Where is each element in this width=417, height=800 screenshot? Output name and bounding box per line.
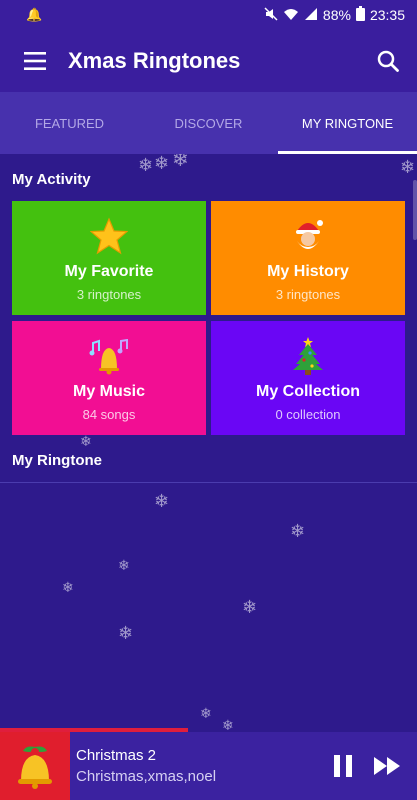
pause-button[interactable] bbox=[321, 744, 365, 788]
tab-featured[interactable]: FEATURED bbox=[0, 92, 139, 154]
signal-icon bbox=[304, 7, 318, 24]
card-my-music[interactable]: My Music 84 songs bbox=[12, 321, 206, 435]
app-bar: Xmas Ringtones bbox=[0, 30, 417, 92]
card-title: My Collection bbox=[255, 382, 360, 400]
snowflake-icon: ❄ bbox=[400, 157, 416, 177]
section-title-my-activity: My Activity bbox=[12, 171, 91, 188]
menu-button[interactable] bbox=[14, 40, 56, 82]
snowflake-icon: ❄ bbox=[242, 597, 258, 617]
santa-icon bbox=[291, 215, 325, 255]
card-subtitle: 84 songs bbox=[82, 406, 136, 422]
track-subtitle: Christmas,xmas,noel bbox=[76, 768, 217, 785]
snowflake-icon: ❄ bbox=[80, 433, 92, 449]
snowflake-icon: ❄ bbox=[118, 557, 130, 573]
wifi-icon bbox=[283, 7, 299, 24]
card-my-collection[interactable]: My Collection 0 collection bbox=[211, 321, 405, 435]
track-info: Christmas 2 Christmas,xmas,noel bbox=[70, 747, 321, 785]
section-title-my-ringtone: My Ringtone bbox=[12, 452, 102, 469]
fast-forward-button[interactable] bbox=[365, 744, 409, 788]
pause-icon bbox=[334, 755, 352, 777]
snowflake-icon: ❄ bbox=[138, 155, 154, 175]
clock: 23:35 bbox=[369, 7, 405, 23]
album-art bbox=[0, 732, 70, 800]
snowflake-icon: ❄ bbox=[154, 153, 170, 173]
battery-icon bbox=[355, 6, 365, 24]
hamburger-menu-icon bbox=[24, 52, 46, 70]
bell-icon bbox=[18, 746, 52, 789]
snowflake-icon: ❄ bbox=[222, 717, 234, 733]
status-bar: 🔔 88% 23:35 bbox=[0, 0, 417, 30]
card-title: My Music bbox=[72, 382, 145, 400]
card-subtitle: 3 ringtones bbox=[275, 286, 341, 302]
tab-my-ringtone[interactable]: MY RINGTONE bbox=[278, 92, 417, 154]
divider bbox=[0, 482, 417, 483]
mute-icon bbox=[264, 6, 278, 24]
fast-forward-icon bbox=[374, 757, 400, 775]
card-title: My Favorite bbox=[64, 262, 154, 280]
track-title: Christmas 2 bbox=[76, 747, 157, 764]
card-subtitle: 3 ringtones bbox=[76, 286, 142, 302]
christmas-tree-icon bbox=[292, 335, 324, 375]
star-icon bbox=[90, 215, 128, 255]
snowflake-icon: ❄ bbox=[154, 491, 170, 511]
card-my-favorite[interactable]: My Favorite 3 ringtones bbox=[12, 201, 206, 315]
search-button[interactable] bbox=[367, 40, 409, 82]
card-title: My History bbox=[267, 262, 349, 280]
bell-music-icon bbox=[89, 335, 129, 375]
snowflake-icon: ❄ bbox=[62, 579, 74, 595]
tab-bar: FEATURED DISCOVER MY RINGTONE bbox=[0, 92, 417, 154]
tab-discover[interactable]: DISCOVER bbox=[139, 92, 278, 154]
search-icon bbox=[377, 50, 399, 72]
battery-percent: 88% bbox=[322, 7, 351, 23]
app-title: Xmas Ringtones bbox=[68, 48, 241, 73]
snowflake-icon: ❄ bbox=[118, 623, 134, 643]
card-subtitle: 0 collection bbox=[275, 406, 341, 422]
snowflake-icon: ❄ bbox=[200, 705, 212, 721]
card-my-history[interactable]: My History 3 ringtones bbox=[211, 201, 405, 315]
mini-player[interactable]: Christmas 2 Christmas,xmas,noel bbox=[0, 732, 417, 800]
scrollbar[interactable] bbox=[413, 180, 417, 240]
snowflake-icon: ❄ bbox=[290, 521, 306, 541]
bell-notification-icon: 🔔 bbox=[26, 7, 43, 22]
